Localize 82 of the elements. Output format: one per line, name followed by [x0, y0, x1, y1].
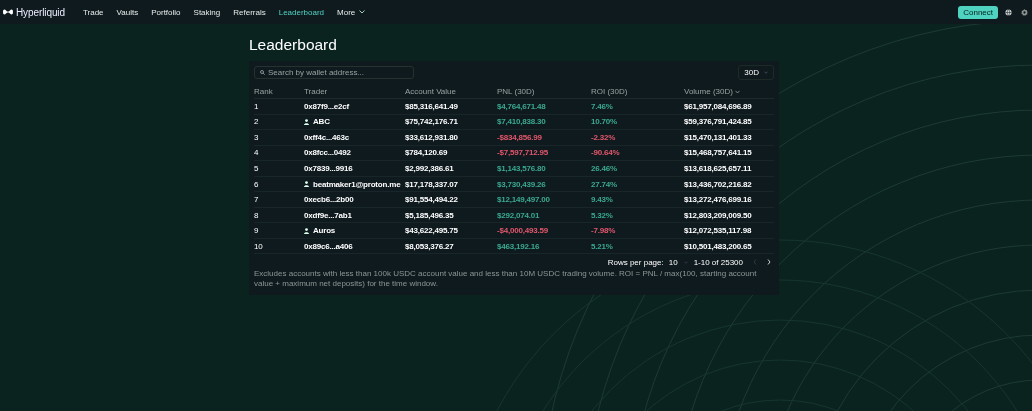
rank-cell-text: 10	[254, 241, 264, 251]
roi-cell-text: 10.70%	[591, 117, 618, 127]
roi-cell-text: -7.98%	[591, 226, 617, 236]
volume-cell-text: $12,803,209,009.50	[684, 210, 753, 220]
roi-cell-text: 5.32%	[591, 210, 614, 220]
rows-per-page-select[interactable]: 10	[668, 257, 678, 267]
nav-link[interactable]: Leaderboard	[278, 7, 325, 17]
search-field[interactable]: Search by wallet address...	[254, 66, 414, 79]
nav-link[interactable]: Trade	[82, 7, 104, 17]
brand-name[interactable]: Hyperliquid	[16, 6, 65, 18]
account-value-cell-text: $43,622,495.75	[405, 226, 459, 236]
nav-link[interactable]: Staking	[193, 7, 221, 17]
pnl-cell-text: -$4,000,493.59	[497, 226, 550, 236]
trader-name[interactable]: Auros	[313, 226, 336, 236]
pnl-cell-text: $292,074.01	[497, 210, 541, 220]
trader-address[interactable]: 0xdf9e...7ab1	[304, 210, 405, 220]
trader-address[interactable]: 0x7839...9916	[304, 163, 405, 173]
roi-cell-text: 26.46%	[591, 163, 618, 173]
account-value-cell-text: $75,742,176.71	[405, 117, 459, 127]
roi-cell-text: 27.74%	[591, 179, 618, 189]
account-value-cell-text: $2,992,386.61	[405, 163, 455, 173]
column-header: ROI (30D)	[591, 87, 629, 96]
rank-cell-text: 6	[254, 179, 260, 189]
column-header: Account Value	[405, 87, 457, 96]
roi-cell-text: -2.32%	[591, 132, 617, 142]
rank-cell-text: 2	[254, 117, 260, 127]
pnl-cell-text: $3,730,439.26	[497, 179, 547, 189]
roi-cell-text: -90.64%	[591, 148, 621, 158]
trader-address[interactable]: 0x89c6...a406	[304, 241, 405, 251]
trader-name[interactable]: ABC	[313, 117, 330, 127]
rank-cell-text: 8	[254, 210, 260, 220]
rank-cell-text: 1	[254, 101, 260, 111]
roi-cell-text: 9.43%	[591, 195, 614, 205]
account-value-cell-text: $85,316,641.49	[405, 101, 459, 111]
connect-button[interactable]: Connect	[958, 5, 998, 19]
page-range: 1-10 of 25300	[693, 257, 743, 267]
account-value-cell-text: $8,053,376.27	[405, 241, 455, 251]
volume-cell-text: $13,618,625,657.11	[684, 163, 753, 173]
volume-cell-text: $59,376,791,424.85	[684, 117, 753, 127]
volume-cell-text: $12,072,535,117.98	[684, 226, 753, 236]
volume-cell-text: $13,272,476,699.16	[684, 195, 753, 205]
rank-cell-text: 4	[254, 148, 260, 158]
rank-cell-text: 3	[254, 132, 260, 142]
trader-address[interactable]: 0xff4c...463c	[304, 132, 405, 142]
column-header: Trader	[304, 87, 329, 96]
account-value-cell-text: $33,612,931.80	[405, 132, 459, 142]
pnl-cell-text: -$834,856.99	[497, 132, 543, 142]
trader-address[interactable]: 0x8fcc...0492	[304, 148, 405, 158]
pnl-cell-text: $7,410,838.30	[497, 117, 547, 127]
volume-cell-text: $10,501,483,200.65	[684, 241, 753, 251]
column-header[interactable]: Volume (30D)	[684, 87, 774, 96]
pnl-cell-text: $12,149,497.00	[497, 195, 551, 205]
pnl-cell-text: $1,143,576.80	[497, 163, 547, 173]
pnl-cell-text: -$7,597,712.95	[497, 148, 550, 158]
column-header: PNL (30D)	[497, 87, 536, 96]
period-dropdown[interactable]: 30D	[738, 65, 774, 80]
trader-address[interactable]: 0xecb6...2b00	[304, 195, 405, 205]
nav-link[interactable]: Vaults	[116, 7, 139, 17]
more-menu[interactable]: More	[337, 7, 366, 17]
account-value-cell-text: $5,185,496.35	[405, 210, 455, 220]
account-value-cell-text: $784,120.69	[405, 148, 449, 158]
account-value-cell-text: $91,554,494.22	[405, 195, 459, 205]
pnl-cell-text: $463,192.16	[497, 241, 541, 251]
volume-cell-text: $13,436,702,216.82	[684, 179, 753, 189]
trader-name[interactable]: beatmaker1@proton.me	[313, 179, 401, 189]
account-value-cell-text: $17,178,337.07	[405, 179, 459, 189]
column-header: Rank	[254, 87, 274, 96]
rows-per-page-label: Rows per page:	[607, 257, 664, 267]
volume-cell-text: $61,957,084,696.89	[684, 101, 753, 111]
footnote: Excludes accounts with less than 100k USDC account value and less than 10M USDC trading volume. ROI = PNL / max(100, starting account value + maximum net deposits) for the time window.	[254, 269, 758, 290]
rank-cell-text: 5	[254, 163, 260, 173]
nav-link[interactable]: Referrals	[233, 7, 266, 17]
roi-cell-text: 5.21%	[591, 241, 614, 251]
trader-address[interactable]: 0x87f9...e2cf	[304, 101, 405, 111]
rank-cell-text: 9	[254, 226, 260, 236]
roi-cell-text: 7.46%	[591, 101, 614, 111]
page-title: Leaderboard	[249, 36, 338, 54]
nav-link[interactable]: Portfolio	[151, 7, 181, 17]
volume-cell-text: $15,470,131,401.33	[684, 132, 753, 142]
pnl-cell-text: $4,764,671.48	[497, 101, 547, 111]
rank-cell-text: 7	[254, 195, 260, 205]
volume-cell-text: $15,468,757,641.15	[684, 148, 753, 158]
